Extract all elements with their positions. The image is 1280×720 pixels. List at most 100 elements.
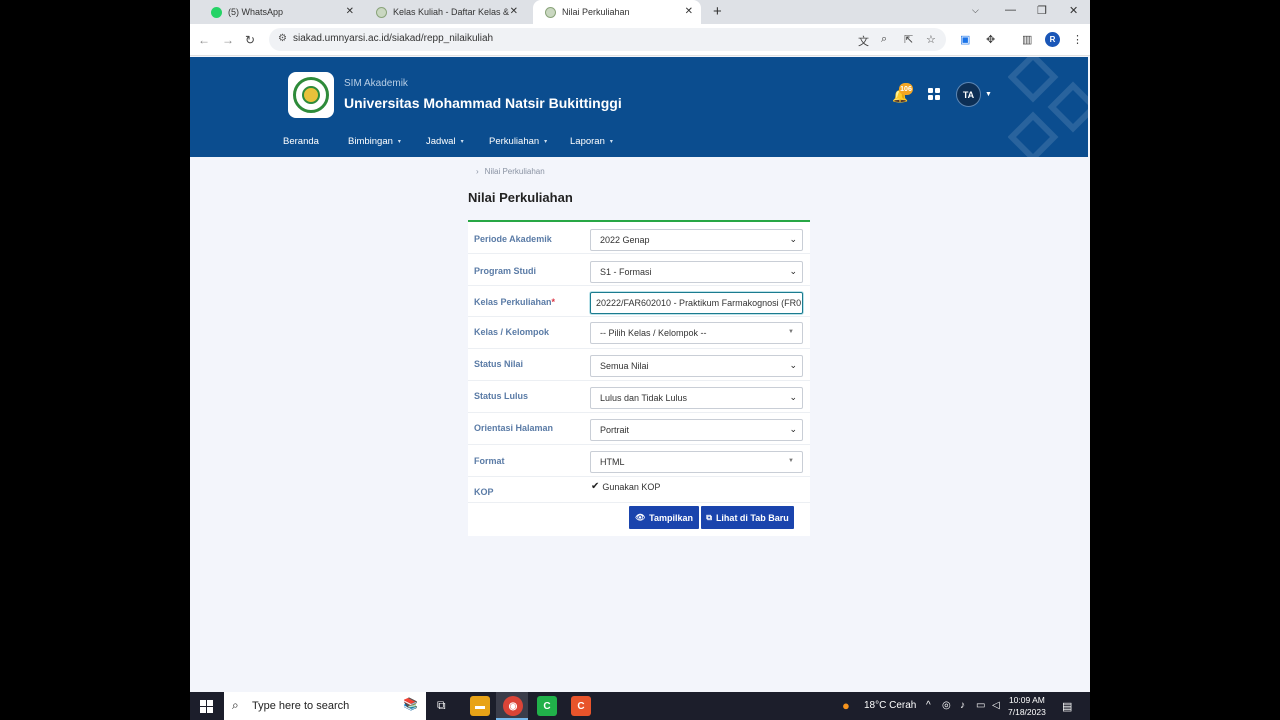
search-icon: ⌕ <box>232 698 239 712</box>
profile-avatar[interactable]: R <box>1045 32 1060 47</box>
address-bar[interactable]: ⚙ siakad.umnyarsi.ac.id/siakad/repp_nila… <box>269 28 946 51</box>
status-nilai-select[interactable]: Semua Nilai ⌄ <box>590 355 803 377</box>
label-text: Kelas Perkuliahan <box>474 297 552 307</box>
search-highlight-icon: 📚 <box>403 697 418 711</box>
reload-icon[interactable]: ↻ <box>245 33 255 47</box>
clock-date: 7/18/2023 <box>1008 707 1046 717</box>
tab-title: Kelas Kuliah - Daftar Kelas & Ja <box>393 7 509 17</box>
close-icon[interactable]: ✕ <box>685 6 693 17</box>
periode-select[interactable]: 2022 Genap ⌄ <box>590 229 803 251</box>
taskbar-search[interactable]: ⌕ Type here to search 📚 <box>224 692 426 720</box>
nav-label: Bimbingan <box>348 136 393 147</box>
nav-beranda[interactable]: Beranda <box>283 136 319 147</box>
tampilkan-button[interactable]: 👁 Tampilkan <box>629 506 699 529</box>
chrome-icon[interactable]: ◉ <box>503 696 523 716</box>
nav-bimbingan[interactable]: Bimbingan ▾ <box>348 136 401 147</box>
chevron-down-icon: ▾ <box>609 139 613 145</box>
tab-whatsapp[interactable]: (5) WhatsApp ✕ <box>198 0 362 24</box>
header-pattern <box>1008 57 1088 157</box>
user-avatar[interactable]: TA <box>956 82 981 107</box>
network-icon[interactable]: ▭ <box>976 700 985 711</box>
close-icon[interactable]: ✕ <box>346 6 354 17</box>
file-explorer-icon[interactable]: ▬ <box>470 696 490 716</box>
form-row-prodi: Program Studi S1 - Formasi ⌄ <box>468 254 810 286</box>
tab-nilai-perkuliahan[interactable]: Nilai Perkuliahan ✕ <box>533 0 701 24</box>
form-row-status-lulus: Status Lulus Lulus dan Tidak Lulus ⌄ <box>468 381 810 413</box>
app-subtitle: SIM Akademik <box>344 78 408 89</box>
kop-checkbox[interactable]: ✔ Gunakan KOP <box>591 481 660 492</box>
required-marker: * <box>551 297 556 307</box>
translate-icon[interactable]: 文 <box>858 33 869 49</box>
microphone-icon[interactable]: ♪ <box>960 700 965 711</box>
notification-badge: 106 <box>899 83 913 95</box>
share-icon[interactable]: ⇱ <box>904 33 913 46</box>
windows-start-icon[interactable] <box>200 700 213 713</box>
lihat-tab-baru-button[interactable]: ⧉ Lihat di Tab Baru <box>701 506 794 529</box>
nav-label: Beranda <box>283 136 319 147</box>
university-name: Universitas Mohammad Natsir Bukittinggi <box>344 95 622 111</box>
university-icon <box>545 6 556 18</box>
site-info-icon[interactable]: ⚙ <box>278 33 287 44</box>
weather-text[interactable]: 18°C Cerah <box>864 700 916 711</box>
form-row-kop: KOP ✔ Gunakan KOP <box>468 477 810 503</box>
camtasia-icon[interactable]: C <box>537 696 557 716</box>
close-window-icon[interactable]: ✕ <box>1069 4 1078 17</box>
field-label: Orientasi Halaman <box>474 423 554 433</box>
university-logo[interactable] <box>288 72 334 118</box>
bookmark-star-icon[interactable]: ☆ <box>926 33 936 46</box>
form-row-orientasi: Orientasi Halaman Portrait ⌄ <box>468 413 810 445</box>
nav-laporan[interactable]: Laporan ▾ <box>570 136 613 147</box>
chevron-down-icon: ⌄ <box>789 392 797 402</box>
extensions-icon[interactable]: ✥ <box>986 33 995 46</box>
field-label: Status Lulus <box>474 391 529 401</box>
restore-icon[interactable]: ❐ <box>1037 4 1047 17</box>
camtasia-recorder-icon[interactable]: C <box>571 696 591 716</box>
kelompok-select[interactable]: -- Pilih Kelas / Kelompok -- ▼ <box>590 322 803 344</box>
select-value: Lulus dan Tidak Lulus <box>600 393 688 403</box>
new-tab-icon[interactable]: + <box>713 3 722 20</box>
forward-icon[interactable]: → <box>222 33 234 47</box>
close-icon[interactable]: ✕ <box>510 6 518 17</box>
system-clock[interactable]: 10:09 AM 7/18/2023 <box>1008 694 1046 718</box>
chevron-down-icon: ⌄ <box>789 266 797 276</box>
chevron-up-icon[interactable]: ^ <box>926 700 931 711</box>
apps-grid-icon[interactable] <box>928 88 940 100</box>
select-value: 20222/FAR602010 - Praktikum Farmakognosi… <box>596 298 802 308</box>
report-form-card: Periode Akademik 2022 Genap ⌄ Program St… <box>468 220 810 536</box>
orientasi-select[interactable]: Portrait ⌄ <box>590 419 803 441</box>
notification-center-icon[interactable]: ▤ <box>1062 700 1072 713</box>
volume-icon[interactable]: ◁ <box>992 700 1000 711</box>
caret-down-icon[interactable]: ▼ <box>985 91 992 98</box>
zoom-icon[interactable]: ⌕ <box>881 33 887 46</box>
select-value: S1 - Formasi <box>600 267 652 277</box>
tab-kelas-kuliah[interactable]: Kelas Kuliah - Daftar Kelas & Ja ✕ <box>366 0 526 24</box>
side-panel-icon[interactable]: ▥ <box>1022 33 1032 46</box>
format-select[interactable]: HTML ▼ <box>590 451 803 473</box>
field-label: KOP <box>474 487 494 497</box>
tab-title: (5) WhatsApp <box>228 7 284 17</box>
field-label: Periode Akademik <box>474 234 552 244</box>
eye-icon: 👁 <box>634 513 646 522</box>
form-row-kelas: Kelas Perkuliahan* 20222/FAR602010 - Pra… <box>468 286 810 317</box>
windows-taskbar: ⌕ Type here to search 📚 ⧉ ▬ ◉ C C ● 18°C… <box>190 692 1090 720</box>
google-translate-icon[interactable]: ▣ <box>960 33 970 46</box>
minimize-icon[interactable]: — <box>1005 4 1016 16</box>
kelas-perkuliahan-select[interactable]: 20222/FAR602010 - Praktikum Farmakognosi… <box>590 292 803 314</box>
tab-title: Nilai Perkuliahan <box>562 7 630 17</box>
breadcrumb: › Nilai Perkuliahan <box>476 167 545 176</box>
network-meeting-icon[interactable]: ◎ <box>942 700 951 711</box>
button-label: Lihat di Tab Baru <box>715 512 789 523</box>
page-title: Nilai Perkuliahan <box>468 190 573 205</box>
back-icon[interactable]: ← <box>198 33 210 47</box>
task-view-icon[interactable]: ⧉ <box>437 698 446 713</box>
prodi-select[interactable]: S1 - Formasi ⌄ <box>590 261 803 283</box>
caret-down-icon: ▼ <box>788 329 794 335</box>
nav-perkuliahan[interactable]: Perkuliahan ▾ <box>489 136 547 147</box>
chevron-down-icon[interactable]: ⌵ <box>972 5 979 16</box>
nav-jadwal[interactable]: Jadwal ▾ <box>426 136 464 147</box>
select-value: -- Pilih Kelas / Kelompok -- <box>600 328 707 338</box>
select-value: Semua Nilai <box>600 361 649 371</box>
status-lulus-select[interactable]: Lulus dan Tidak Lulus ⌄ <box>590 387 803 409</box>
more-menu-icon[interactable]: ⋮ <box>1072 33 1083 46</box>
select-value: 2022 Genap <box>600 235 650 245</box>
